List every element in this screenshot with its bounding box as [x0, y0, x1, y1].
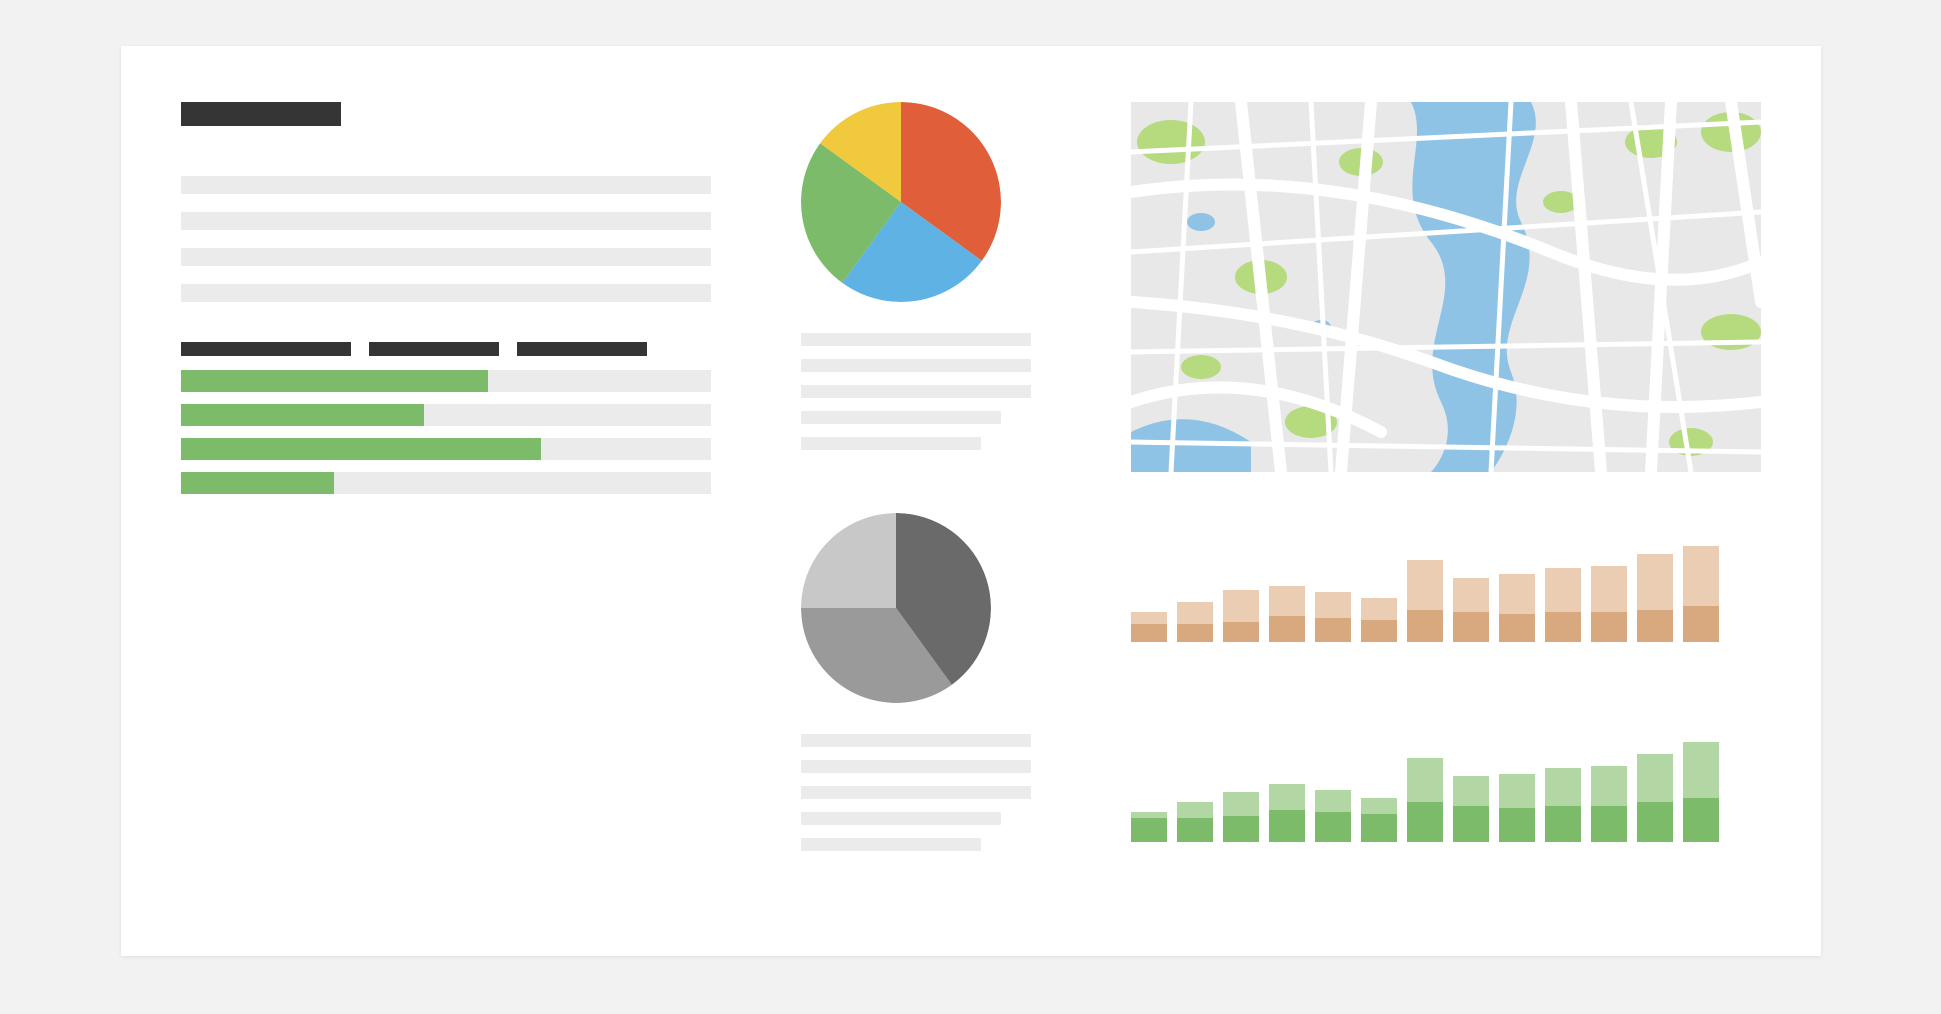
bar-segment-dark — [1361, 620, 1397, 642]
bar-column — [1177, 802, 1213, 842]
bar-segment-dark — [1683, 606, 1719, 642]
bar-column — [1177, 602, 1213, 642]
legend-line — [801, 838, 981, 851]
bar-segment-dark — [1361, 814, 1397, 842]
text-line — [181, 284, 711, 302]
horizontal-bar-chart — [181, 370, 711, 494]
bar-column — [1591, 766, 1627, 842]
bar-segment-dark — [1499, 614, 1535, 642]
bar-segment-dark — [1407, 802, 1443, 842]
bar-column — [1499, 774, 1535, 842]
bar-column — [1131, 812, 1167, 842]
table-header-cell — [181, 342, 351, 356]
pie-slice — [801, 513, 896, 608]
bar-segment-dark — [1269, 810, 1305, 842]
bar-column — [1453, 578, 1489, 642]
legend-line — [801, 760, 1031, 773]
bar-column — [1269, 784, 1305, 842]
legend-line — [801, 437, 981, 450]
bar-chart-green — [1131, 712, 1761, 842]
table-header — [181, 342, 711, 356]
legend-line — [801, 411, 1001, 424]
bar-segment-dark — [1269, 616, 1305, 642]
table-header-cell — [517, 342, 647, 356]
bar-column — [1407, 560, 1443, 642]
bar-segment-dark — [1131, 818, 1167, 842]
bar-segment-dark — [1177, 624, 1213, 642]
legend-line — [801, 359, 1031, 372]
bar-column — [1683, 546, 1719, 642]
bar-segment-dark — [1315, 812, 1351, 842]
bar-column — [1269, 586, 1305, 642]
bar-segment-dark — [1637, 610, 1673, 642]
text-line — [181, 212, 711, 230]
pie-2-legend — [801, 734, 1061, 851]
bar-column — [1223, 590, 1259, 642]
dashboard-panel — [121, 46, 1821, 956]
bar-column — [1131, 612, 1167, 642]
bar-segment-dark — [1131, 624, 1167, 642]
bar-segment-dark — [1453, 612, 1489, 642]
hbar-row — [181, 370, 711, 392]
legend-line — [801, 812, 1001, 825]
table-header-cell — [369, 342, 499, 356]
bar-segment-dark — [1591, 612, 1627, 642]
bar-column — [1361, 798, 1397, 842]
bar-segment-dark — [1683, 798, 1719, 842]
legend-line — [801, 734, 1031, 747]
bar-segment-dark — [1177, 818, 1213, 842]
pie-chart-1 — [801, 102, 1001, 302]
bar-column — [1545, 568, 1581, 642]
pie-1-legend — [801, 333, 1061, 450]
hbar-row — [181, 404, 711, 426]
paragraph-placeholder — [181, 176, 711, 302]
bar-segment-dark — [1223, 622, 1259, 642]
hbar-fill — [181, 404, 425, 426]
bar-segment-dark — [1545, 806, 1581, 842]
middle-column — [801, 102, 1061, 864]
hbar-row — [181, 472, 711, 494]
text-line — [181, 176, 711, 194]
bar-segment-dark — [1223, 816, 1259, 842]
map-icon — [1131, 102, 1761, 472]
bar-column — [1315, 790, 1351, 842]
hbar-row — [181, 438, 711, 460]
bar-column — [1683, 742, 1719, 842]
bar-segment-dark — [1637, 802, 1673, 842]
pie-chart-2 — [801, 513, 991, 703]
left-column — [181, 102, 711, 506]
legend-line — [801, 333, 1031, 346]
bar-segment-dark — [1407, 610, 1443, 642]
text-line — [181, 248, 711, 266]
bar-segment-dark — [1499, 808, 1535, 842]
bar-column — [1223, 792, 1259, 842]
bar-column — [1361, 598, 1397, 642]
bar-segment-dark — [1591, 806, 1627, 842]
bar-segment-dark — [1453, 806, 1489, 842]
bar-column — [1453, 776, 1489, 842]
legend-line — [801, 385, 1031, 398]
bar-segment-dark — [1545, 612, 1581, 642]
bar-column — [1637, 554, 1673, 642]
bar-column — [1315, 592, 1351, 642]
bar-segment-dark — [1315, 618, 1351, 642]
hbar-fill — [181, 438, 541, 460]
right-column — [1131, 102, 1761, 842]
bar-column — [1591, 566, 1627, 642]
hbar-fill — [181, 472, 335, 494]
map-widget[interactable] — [1131, 102, 1761, 472]
bar-column — [1637, 754, 1673, 842]
bar-column — [1545, 768, 1581, 842]
bar-column — [1407, 758, 1443, 842]
page-title — [181, 102, 341, 126]
hbar-fill — [181, 370, 488, 392]
legend-line — [801, 786, 1031, 799]
bar-column — [1499, 574, 1535, 642]
bar-chart-tan — [1131, 512, 1761, 642]
